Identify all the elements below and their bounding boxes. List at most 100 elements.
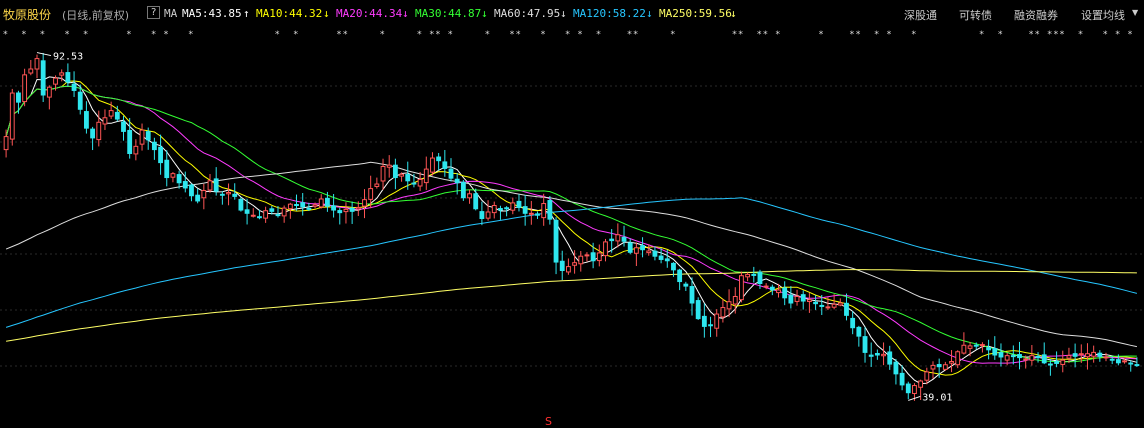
candle-down <box>454 178 460 184</box>
candle-down <box>411 182 417 185</box>
candle-up <box>565 266 571 273</box>
candle-up <box>912 385 917 394</box>
candle-down <box>844 302 849 316</box>
candle-up <box>170 173 176 178</box>
candle-up <box>633 247 639 254</box>
event-star: * <box>343 30 348 40</box>
candle-down <box>127 129 133 155</box>
candle-down <box>90 128 96 139</box>
candle-up <box>491 205 497 214</box>
candle-up <box>714 313 720 329</box>
candle-down <box>671 262 676 271</box>
event-star: * <box>417 30 422 40</box>
candles <box>3 52 1140 401</box>
candle-down <box>535 213 540 216</box>
candle-down <box>325 197 330 207</box>
candle-down <box>708 324 713 327</box>
candle-down <box>84 111 89 129</box>
candle-up <box>578 255 584 265</box>
candle-up <box>1091 351 1097 357</box>
event-star: * <box>911 30 916 40</box>
candle-down <box>516 200 522 208</box>
event-star: * <box>3 30 8 40</box>
candle-up <box>139 129 145 145</box>
event-star: * <box>578 30 583 40</box>
candle-down <box>658 255 664 260</box>
candle-down <box>800 294 806 302</box>
candle-up <box>9 92 15 140</box>
candle-up <box>59 72 65 76</box>
candle-down <box>145 131 151 141</box>
high-pointer-line <box>36 52 52 57</box>
event-star: * <box>887 30 892 40</box>
event-star: * <box>429 30 434 40</box>
candle-up <box>485 211 491 219</box>
candle-down <box>640 245 645 251</box>
candle-up <box>541 203 547 219</box>
event-star: * <box>275 30 280 40</box>
candle-down <box>269 208 275 212</box>
candle-down <box>627 242 633 253</box>
event-star: * <box>596 30 601 40</box>
candle-down <box>887 351 893 365</box>
candle-down <box>71 83 77 91</box>
candle-down <box>244 209 250 214</box>
candle-down <box>238 198 244 211</box>
candle-down <box>609 238 615 242</box>
candle-down <box>856 326 862 337</box>
candle-down <box>1054 361 1059 364</box>
event-star: * <box>633 30 638 40</box>
candle-up <box>1023 358 1029 361</box>
candle-down <box>695 300 701 320</box>
event-star: * <box>1035 30 1040 40</box>
candle-up <box>924 371 930 381</box>
event-star: * <box>164 30 169 40</box>
candle-up <box>776 289 781 294</box>
event-star: * <box>380 30 385 40</box>
candle-down <box>1134 364 1140 367</box>
event-star: * <box>1115 30 1120 40</box>
candle-down <box>213 178 219 192</box>
candle-down <box>405 174 411 182</box>
candle-down <box>757 271 763 284</box>
candle-down <box>677 269 683 283</box>
candle-down <box>257 216 262 219</box>
candle-up <box>881 353 886 357</box>
candle-up <box>726 301 732 310</box>
candle-up <box>837 302 843 306</box>
candle-down <box>689 286 695 304</box>
candle-down <box>998 352 1004 358</box>
candle-up <box>967 345 973 349</box>
candle-down <box>294 204 299 207</box>
candle-down <box>1072 353 1078 357</box>
candle-down <box>479 211 485 219</box>
candle-up <box>467 193 472 199</box>
candlestick-chart[interactable]: * * * * * * * * * * * * * * * * * * * * * * * * * * * * * * * * * * * * * * * *… <box>0 0 1144 428</box>
candle-down <box>392 164 398 179</box>
event-star: * <box>485 30 490 40</box>
event-star: * <box>65 30 70 40</box>
candle-up <box>1122 360 1127 363</box>
event-markers: * * * * * * * * * * * * * * * * * * * * * * * * * * * * * * * * * * * * * * * *… <box>3 30 1133 40</box>
candle-down <box>306 207 312 210</box>
candle-up <box>430 157 435 173</box>
candle-up <box>287 203 293 210</box>
candle-up <box>226 192 231 195</box>
candle-down <box>850 317 856 329</box>
candle-down <box>590 252 596 262</box>
candle-down <box>701 315 707 327</box>
candle-up <box>745 273 751 278</box>
event-star: * <box>763 30 768 40</box>
candle-down <box>1047 363 1053 366</box>
event-star: * <box>151 30 156 40</box>
event-star: * <box>188 30 193 40</box>
event-star: * <box>565 30 570 40</box>
candle-down <box>151 141 157 151</box>
candle-down <box>973 344 979 347</box>
event-star: * <box>732 30 737 40</box>
candle-up <box>3 136 9 151</box>
candle-down <box>189 184 194 197</box>
candle-down <box>40 60 46 96</box>
candle-up <box>386 164 392 168</box>
event-star: * <box>448 30 453 40</box>
